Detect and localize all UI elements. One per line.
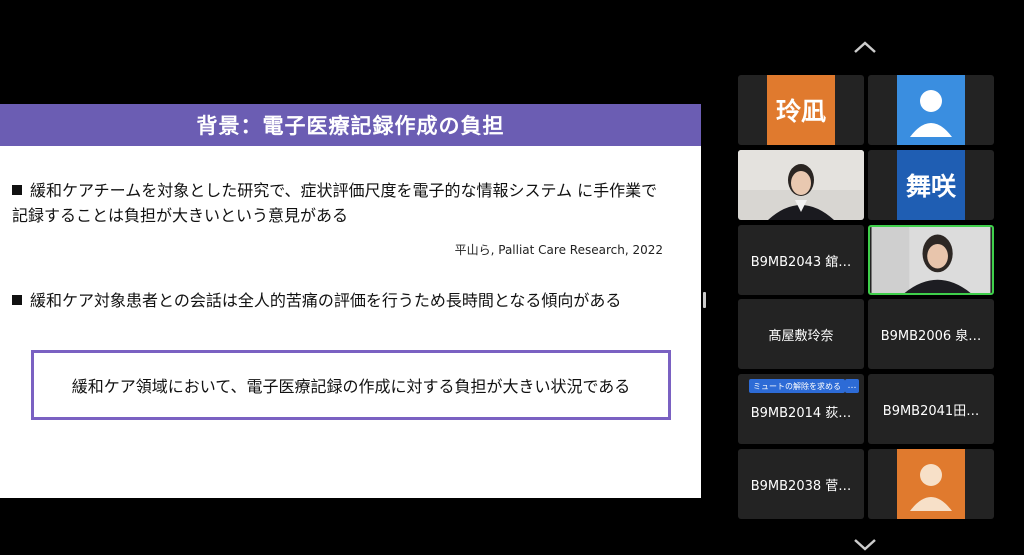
participant-name: B9MB2043 舘… [750, 254, 852, 270]
slide-callout-box: 緩和ケア領域において、電子医療記録の作成に対する負担が大きい状況である [31, 350, 671, 420]
participant-video-tile-active-speaker[interactable] [868, 225, 994, 295]
slide-bullet-2: 緩和ケア対象患者との会話は全人的苦痛の評価を行うため長時間となる傾向がある [12, 288, 692, 313]
participant-tile[interactable]: B9MB2041田… [868, 374, 994, 444]
participant-video [738, 150, 864, 220]
bullet-square-icon [12, 185, 22, 195]
slide-callout-text: 緩和ケア領域において、電子医療記録の作成に対する負担が大きい状況である [71, 377, 631, 396]
split-resize-handle[interactable] [703, 292, 706, 308]
avatar: 舞咲 [897, 150, 965, 220]
slide-bullet-2-text: 緩和ケア対象患者との会話は全人的苦痛の評価を行うため長時間となる傾向がある [30, 291, 622, 310]
chevron-up-icon[interactable] [853, 40, 877, 54]
participant-tile[interactable] [868, 449, 994, 519]
avatar [897, 75, 965, 145]
person-icon [910, 464, 952, 511]
participant-tile[interactable]: ミュートの解除を求める … B9MB2014 荻… [738, 374, 864, 444]
slide-bullet-1: 緩和ケアチームを対象とした研究で、症状評価尺度を電子的な情報システム に手作業で… [12, 178, 672, 228]
ask-to-unmute-button[interactable]: ミュートの解除を求める [749, 379, 845, 393]
slide-citation: 平山ら, Palliat Care Research, 2022 [454, 243, 663, 257]
avatar [897, 449, 965, 519]
avatar: 玲凪 [767, 75, 835, 145]
participant-tile[interactable]: B9MB2043 舘… [738, 225, 864, 295]
participant-video-tile[interactable] [738, 150, 864, 220]
participant-name: B9MB2041田… [882, 403, 980, 419]
person-icon [910, 90, 952, 137]
more-options-button[interactable]: … [845, 379, 859, 393]
participant-tile[interactable]: 舞咲 [868, 150, 994, 220]
participant-tile[interactable]: 髙屋敷玲奈 [738, 299, 864, 369]
participant-name: B9MB2014 荻… [750, 406, 852, 421]
participant-tile[interactable]: B9MB2006 泉… [868, 299, 994, 369]
participant-video [871, 227, 991, 293]
slide-title: 背景：電子医療記録作成の負担 [0, 104, 701, 146]
participant-name: 髙屋敷玲奈 [768, 328, 834, 344]
participant-tile[interactable]: B9MB2038 菅… [738, 449, 864, 519]
slide-bullet-1-text: 緩和ケアチームを対象とした研究で、症状評価尺度を電子的な情報システム に手作業で… [12, 181, 658, 225]
participant-name: B9MB2006 泉… [880, 328, 982, 344]
participant-tile[interactable]: 玲凪 [738, 75, 864, 145]
participant-name: B9MB2038 菅… [750, 478, 852, 494]
bullet-square-icon [12, 295, 22, 305]
shared-slide: 背景：電子医療記録作成の負担 緩和ケアチームを対象とした研究で、症状評価尺度を電… [0, 104, 701, 498]
chevron-down-icon[interactable] [853, 538, 877, 552]
participant-tile[interactable] [868, 75, 994, 145]
